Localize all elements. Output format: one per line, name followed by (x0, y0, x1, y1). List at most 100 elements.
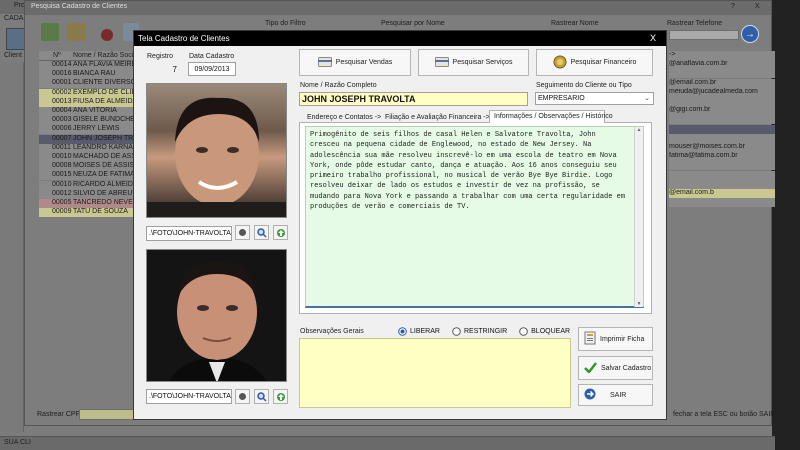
row-name: FIUSA DE ALMEIDA (73, 97, 137, 105)
imprimir-ficha-button[interactable]: Imprimir Ficha (578, 327, 653, 351)
salvar-cadastro-button[interactable]: Salvar Cadastro (578, 356, 653, 380)
right-column-cell: fatima@fatima.com.br (669, 152, 775, 162)
observacoes-textarea[interactable] (299, 338, 571, 408)
row-number: 00010 (52, 180, 72, 188)
segmento-value: EMPRESARIO (538, 95, 585, 102)
scroll-down-icon[interactable]: ▼ (635, 301, 643, 307)
row-number: 00012 (52, 189, 72, 197)
card-icon (317, 56, 332, 69)
row-name: MACHADO DE ASSIS (73, 153, 137, 160)
go-arrow-icon[interactable]: → (741, 25, 759, 43)
close-hint: fechar a tela ESC ou botão SAIR (673, 411, 776, 418)
row-number: 00002 (52, 88, 72, 96)
status-bar: SUA CLI (0, 436, 775, 450)
row-name: ANA VITORIA (73, 107, 117, 114)
row-name: RICARDO ALMEIDA (73, 180, 137, 188)
radio-liberar[interactable]: LIBERAR (398, 327, 440, 336)
row-number: 00014 (52, 61, 72, 68)
radio-unchecked-icon (452, 327, 461, 336)
photo-1-path[interactable]: .\FOTO\JOHN-TRAVOLTA1... (146, 226, 232, 241)
rastrear-telefone-input[interactable] (669, 30, 739, 40)
status-bar-text: SUA CLI (4, 439, 31, 446)
tab-filiacao[interactable]: Filiação e Avaliação Financeira -> (385, 114, 490, 121)
upload-icon[interactable] (273, 225, 288, 240)
nome-field[interactable]: JOHN JOSEPH TRAVOLTA (299, 92, 528, 106)
status-radio-group: LIBERAR RESTRINGIR BLOQUEAR (398, 327, 570, 336)
right-column-cell (669, 124, 775, 134)
delete-icon[interactable] (101, 29, 113, 41)
table-row[interactable]: 00005 TANCREDO NEVES (39, 199, 137, 208)
table-row[interactable]: 00003 GISELE BUNDCHEN (39, 116, 137, 126)
row-name: EXEMPLO DE CLIEN (73, 88, 137, 96)
close-button[interactable]: X (755, 3, 760, 10)
table-row[interactable]: 00004 ANA VITORIA (39, 107, 137, 116)
sair-button[interactable]: SAIR (578, 384, 653, 406)
table-row[interactable]: 00011 LEANDRO KARNAL (39, 143, 137, 153)
salvar-cadastro-label: Salvar Cadastro (601, 364, 652, 372)
table-row[interactable]: 00002 EXEMPLO DE CLIEN (39, 88, 137, 98)
printer-icon (584, 331, 596, 347)
historico-scrollbar[interactable]: ▲ ▼ (634, 127, 643, 307)
rastrear-nome-label: Rastrear Nome (551, 20, 599, 27)
table-row[interactable]: 00015 NEUZA DE FATIMA (39, 171, 137, 181)
right-column-cell: @anaflavia.com.br (669, 60, 775, 70)
registro-field: 7 (146, 63, 180, 77)
row-name: NEUZA DE FATIMA (73, 171, 135, 179)
right-column-cell: -> (669, 51, 775, 60)
rastrear-telefone-label: Rastrear Telefone (667, 20, 723, 27)
table-row[interactable]: 00008 MOISES DE ASSIS (39, 162, 137, 172)
tab-endereco[interactable]: Endereço e Contatos -> (307, 114, 381, 121)
row-number: 00009 (52, 208, 72, 216)
pesquisar-servicos-button[interactable]: Pesquisar Serviços (418, 49, 529, 76)
pesquisar-vendas-button[interactable]: Pesquisar Vendas (299, 49, 411, 76)
radio-liberar-label: LIBERAR (410, 328, 440, 335)
grid-header: Nº Nome / Razão Soci (39, 51, 137, 61)
dialog-title: Tela Cadastro de Clientes (138, 34, 230, 43)
photo-2-path[interactable]: .\FOTO\JOHN-TRAVOLTA2... (146, 389, 232, 404)
search-window-title: Pesquisa Cadastro de Clientes (31, 3, 128, 10)
dialog-close-button[interactable]: X (650, 33, 656, 43)
radio-restringir[interactable]: RESTRINGIR (452, 327, 507, 336)
row-name: SILVIO DE ABREU (73, 189, 133, 197)
data-cadastro-label: Data Cadastro (189, 53, 235, 60)
table-row[interactable]: 00013 FIUSA DE ALMEIDA (39, 97, 137, 107)
upload-icon-2[interactable] (273, 389, 288, 404)
table-row[interactable]: 00012 SILVIO DE ABREU (39, 189, 137, 199)
help-button[interactable]: ? (731, 3, 735, 10)
coins-icon (553, 55, 567, 71)
tab-info[interactable]: Informações / Observações / Histórico (494, 113, 613, 120)
data-cadastro-field[interactable]: 09/09/2013 (188, 62, 236, 76)
row-number: 00001 (52, 79, 72, 87)
pesquisar-vendas-label: Pesquisar Vendas (335, 59, 393, 66)
clients-toolbar-label: Client (4, 52, 22, 59)
table-row[interactable]: 00009 TATU DE SOUZA (39, 208, 137, 218)
imprimir-ficha-label: Imprimir Ficha (600, 335, 645, 343)
pesquisar-servicos-label: Pesquisar Serviços (452, 59, 513, 66)
segmento-select[interactable]: EMPRESARIO ⌄ (535, 92, 654, 105)
table-row[interactable]: 00001 CLIENTE DIVERSOS (39, 79, 137, 89)
scanner-icon-2[interactable] (235, 389, 250, 404)
right-column-cell (669, 198, 775, 208)
magnifier-icon-2[interactable] (254, 389, 269, 404)
table-row[interactable]: 00014 ANA FLAVIA MEIREL (39, 61, 137, 70)
radio-checked-icon (398, 327, 407, 336)
scroll-up-icon[interactable]: ▲ (635, 127, 643, 133)
scanner-icon[interactable] (235, 225, 250, 240)
row-number: 00003 (52, 116, 72, 124)
dialog-title-bar: Tela Cadastro de Clientes X (134, 31, 666, 46)
table-row[interactable]: 00006 JERRY LEWIS (39, 125, 137, 135)
row-number: 00016 (52, 70, 72, 78)
table-row[interactable]: 00010 RICARDO ALMEIDA (39, 180, 137, 190)
table-row[interactable]: 00010 MACHADO DE ASSIS (39, 153, 137, 162)
table-row[interactable]: 00016 BIANCA RAU (39, 70, 137, 80)
radio-bloquear[interactable]: BLOQUEAR (519, 327, 570, 336)
edit-icon[interactable] (67, 23, 85, 41)
clients-toolbar-icon[interactable] (6, 28, 26, 50)
pesquisar-financeiro-button[interactable]: Pesquisar Financeiro (536, 49, 653, 76)
historico-textarea[interactable]: Primogênito de seis filhos de casal Hele… (305, 126, 644, 308)
right-column-cell (669, 97, 775, 106)
card-icon (434, 56, 449, 69)
table-row[interactable]: 00007 JOHN JOSEPH TRAV (39, 134, 137, 144)
add-icon[interactable] (41, 23, 59, 41)
magnifier-icon[interactable] (254, 225, 269, 240)
